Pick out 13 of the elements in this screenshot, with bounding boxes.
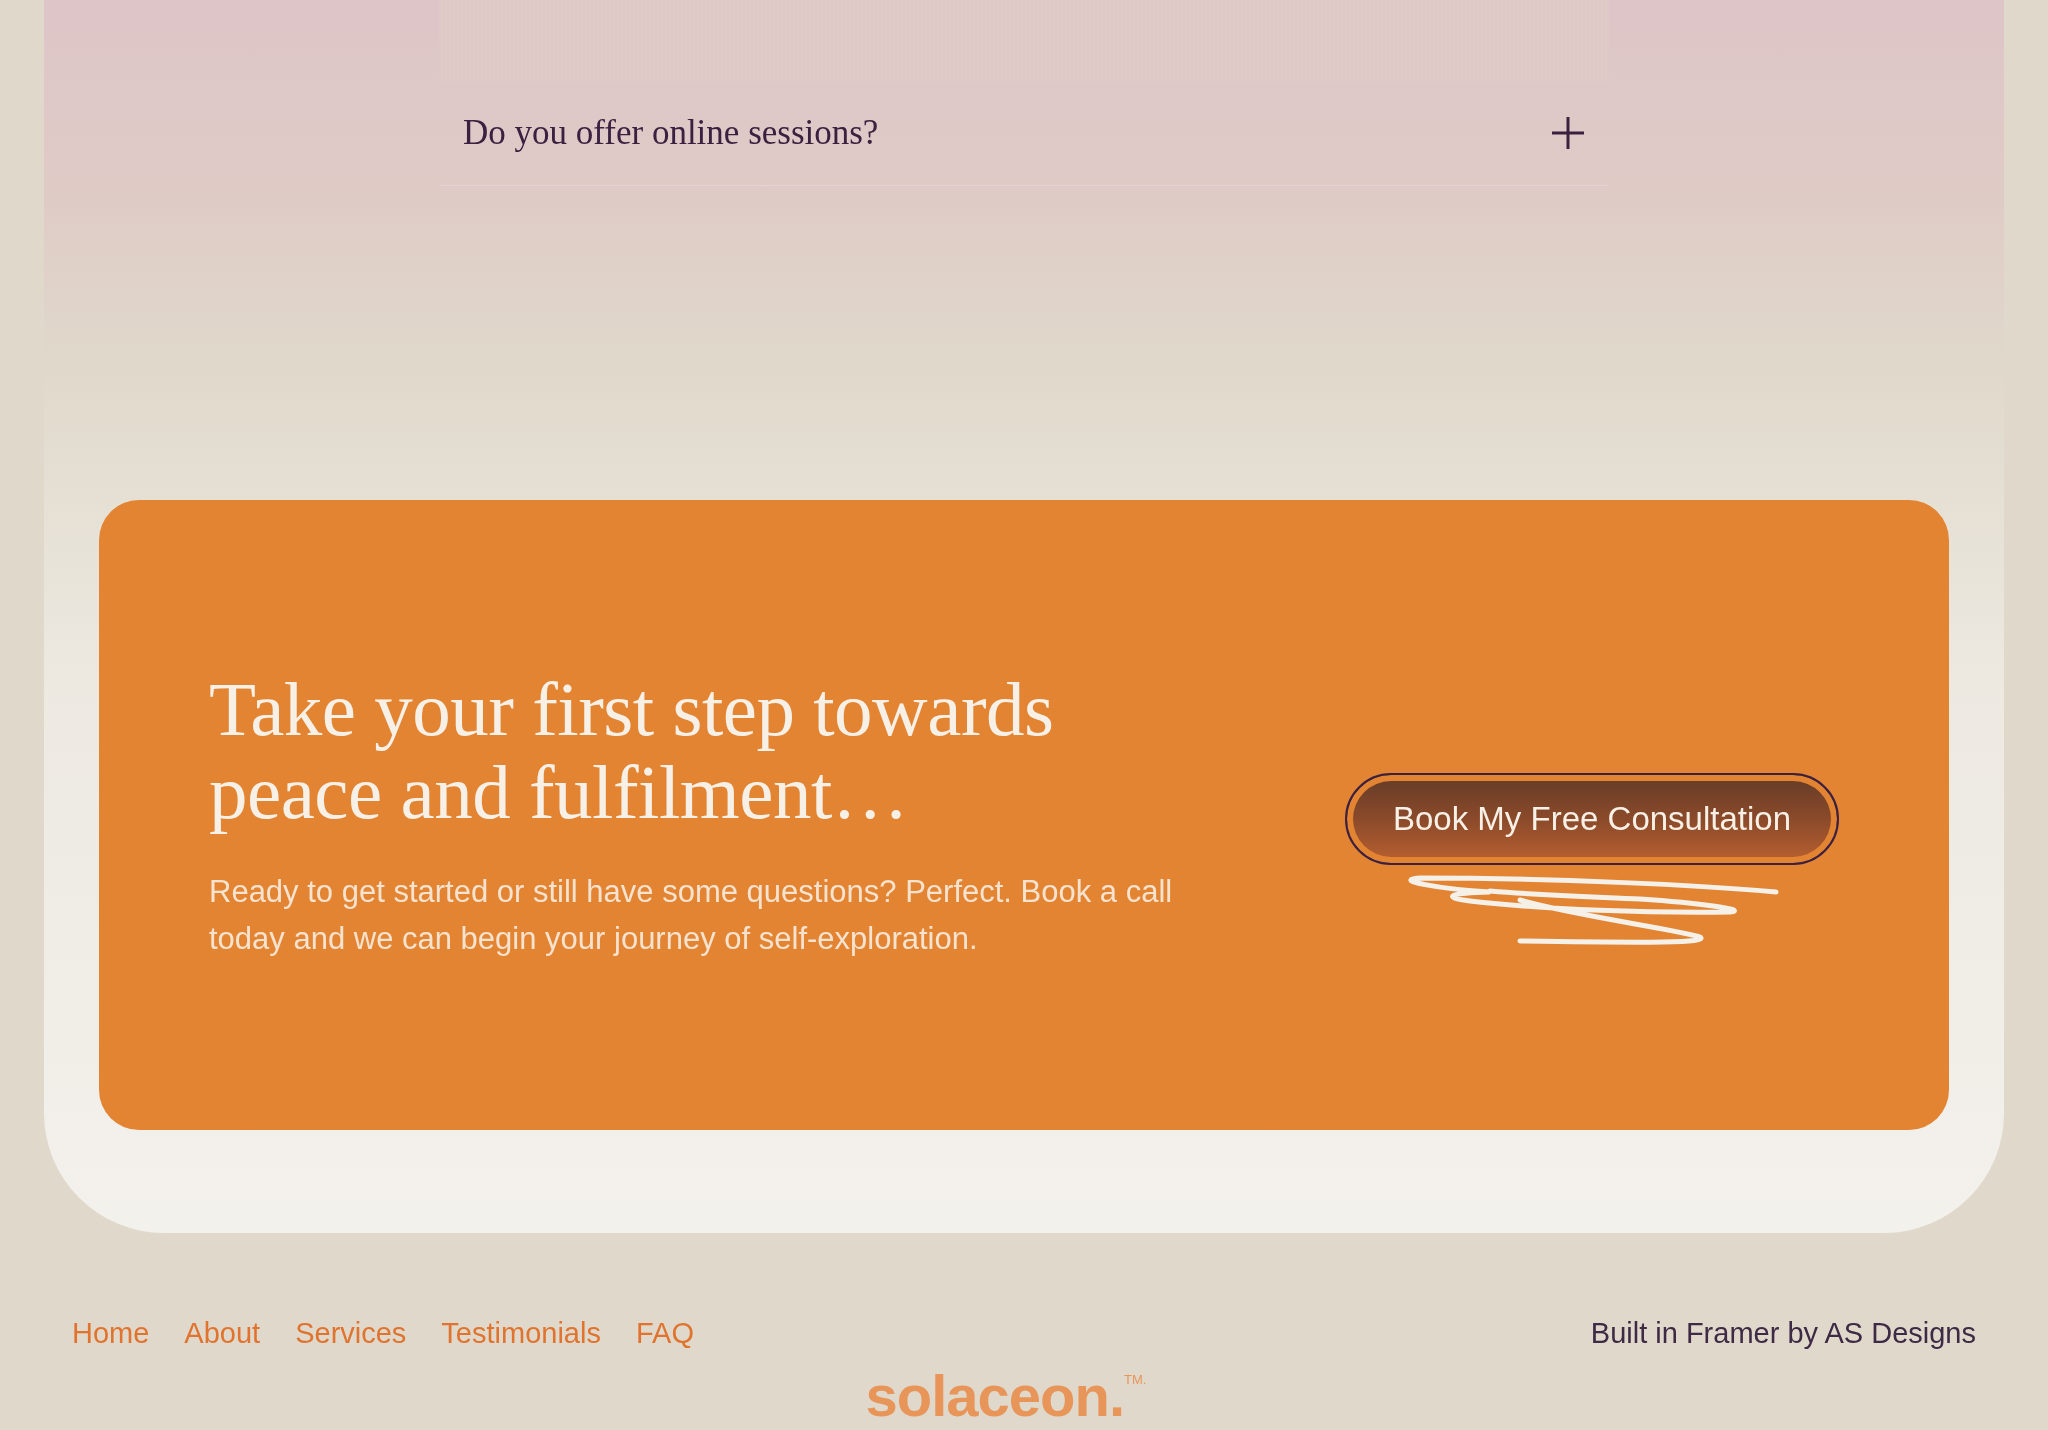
cta-heading: Take your first step towards peace and fulfilment… [209,668,1055,834]
footer-credit: Built in Framer by AS Designs [1590,1317,1976,1350]
footer-link[interactable]: Home [72,1317,150,1350]
faq-item[interactable]: Do you offer online sessions? [439,81,1609,186]
footer-link[interactable]: FAQ [635,1317,694,1350]
footer-link[interactable]: Testimonials [441,1317,601,1350]
faq-question: Do you offer online sessions? [463,112,879,154]
cta-text: Ready to get started or still have some questions? Perfect. Book a call today and we can begin your journey of self-exploration. [209,873,1174,958]
brand-logo: solaceon.$^{TM.}$ [865,1362,1147,1426]
book-button[interactable]: Book My Free Consultation [1345,773,1839,865]
footer-link[interactable]: Services [295,1317,407,1350]
footer-link[interactable]: About [184,1317,261,1350]
plus-icon [1551,116,1585,150]
